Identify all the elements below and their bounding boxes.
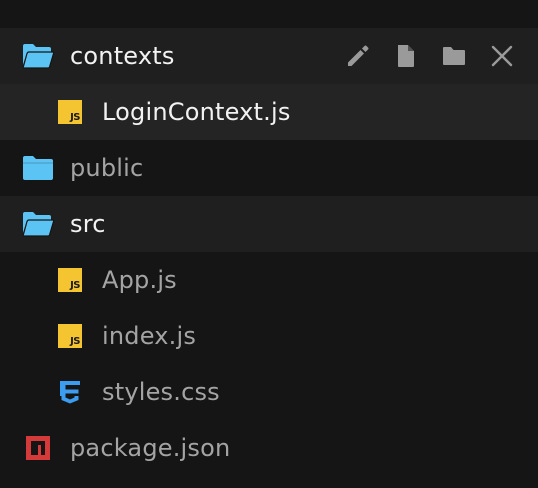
tree-item-app-js[interactable]: JS App.js <box>0 252 538 308</box>
tree-item-label: contexts <box>70 42 175 70</box>
css-file-icon <box>54 378 86 406</box>
close-icon[interactable] <box>488 42 516 70</box>
javascript-file-icon: JS <box>54 266 86 294</box>
new-folder-icon[interactable] <box>440 42 468 70</box>
pencil-icon[interactable] <box>344 42 372 70</box>
tree-item-label: public <box>70 154 144 182</box>
row-actions <box>344 42 516 70</box>
tree-item-package-json[interactable]: package.json <box>0 420 538 476</box>
tree-item-logincontext-js[interactable]: JS LoginContext.js <box>0 84 538 140</box>
javascript-file-icon: JS <box>54 98 86 126</box>
tree-item-contexts[interactable]: contexts <box>0 28 538 84</box>
new-file-icon[interactable] <box>392 42 420 70</box>
folder-open-icon <box>22 210 54 238</box>
folder-icon <box>22 154 54 182</box>
tree-item-label: App.js <box>102 266 177 294</box>
npm-icon <box>22 434 54 462</box>
tree-item-label: styles.css <box>102 378 220 406</box>
tree-item-label: src <box>70 210 106 238</box>
tree-item-src[interactable]: src <box>0 196 538 252</box>
tree-item-styles-css[interactable]: styles.css <box>0 364 538 420</box>
javascript-file-icon: JS <box>54 322 86 350</box>
file-explorer: contexts JS LoginContext.js public src J… <box>0 0 538 488</box>
tree-item-index-js[interactable]: JS index.js <box>0 308 538 364</box>
tree-item-label: package.json <box>70 434 231 462</box>
folder-open-icon <box>22 42 54 70</box>
tree-item-label: LoginContext.js <box>102 98 291 126</box>
tree-item-label: index.js <box>102 322 197 350</box>
tree-item-public[interactable]: public <box>0 140 538 196</box>
